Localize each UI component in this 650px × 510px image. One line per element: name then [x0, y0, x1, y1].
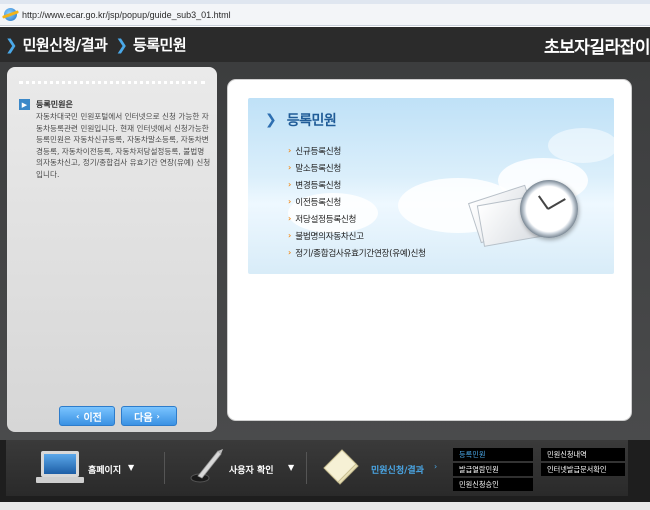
- document-stack-icon: [323, 449, 359, 485]
- app-header: ❯ 민원신청/결과 ❯ 등록민원 초보자길라잡이: [0, 27, 650, 62]
- link-inspection-extension[interactable]: › 정기/종합검사유효기간연장(유예)신청: [288, 244, 426, 261]
- registration-link-list: › 신규등록신청 › 말소등록신청 › 변경등록신청 › 이전등록신청 › 저당…: [288, 142, 426, 261]
- registration-banner: ❯ 등록민원 › 신규등록신청 › 말소등록신청 › 변경등록신청 › 이전등록…: [248, 98, 614, 274]
- chevron-right-icon: ›: [156, 411, 160, 421]
- chevron-right-icon[interactable]: ›: [434, 462, 437, 471]
- link-label: 신규등록신청: [295, 146, 341, 157]
- clock-icon: [520, 180, 578, 238]
- next-button[interactable]: 다음 ›: [121, 406, 177, 426]
- footer-strip: [0, 502, 650, 510]
- description-title: 등록민원은: [36, 100, 73, 109]
- breadcrumb-apply-result[interactable]: 민원신청/결과: [23, 34, 108, 55]
- description-panel: ▶ 등록민원은 자동차대국민 민원포털에서 인터넷으로 신청 가능한 자동차등록…: [7, 67, 217, 432]
- content-panel: ❯ 등록민원 › 신규등록신청 › 말소등록신청 › 변경등록신청 › 이전등록…: [227, 79, 632, 421]
- nav-user-check[interactable]: 사용자 확인: [229, 463, 274, 476]
- address-bar[interactable]: http://www.ecar.go.kr/jsp/popup/guide_su…: [0, 4, 650, 26]
- next-button-label: 다음: [134, 412, 153, 424]
- arrow-right-icon: ›: [288, 214, 292, 223]
- arrow-right-icon: ›: [288, 146, 292, 155]
- breadcrumb-registration: 등록민원: [132, 36, 187, 54]
- arrow-right-icon: ›: [288, 180, 292, 189]
- chevron-right-icon: ❯: [265, 112, 277, 128]
- description-text: 자동차대국민 민원포털에서 인터넷으로 신청 가능한 자동차등록관련 민원입니다…: [36, 112, 211, 179]
- banner-title: 등록민원: [286, 113, 337, 129]
- nav-divider: [306, 452, 307, 484]
- nav-divider: [164, 452, 165, 484]
- link-transfer-registration[interactable]: › 이전등록신청: [288, 193, 426, 210]
- arrow-right-icon: ›: [288, 197, 292, 206]
- chevron-left-icon: ‹: [76, 411, 80, 421]
- dotted-divider: [19, 81, 205, 84]
- link-label: 불법명의자동차신고: [295, 231, 364, 242]
- header-brand: 초보자길라잡이: [544, 38, 650, 58]
- banner-heading: ❯ 등록민원: [265, 110, 337, 130]
- quick-approval[interactable]: 민원신청승인: [453, 478, 533, 491]
- link-label: 정기/종합검사유효기간연장(유예)신청: [295, 248, 426, 259]
- prev-button[interactable]: ‹ 이전: [59, 406, 115, 426]
- pen-icon: [190, 449, 223, 483]
- quick-issuance[interactable]: 발급열람민원: [453, 463, 533, 476]
- bottom-navigation: 홈페이지 ▼ 사용자 확인 ▼ 민원신청/결과 › 등록민원 발급열람민원 민원…: [0, 440, 650, 510]
- quick-internet-issue[interactable]: 인터넷발급문서확인: [541, 463, 625, 476]
- arrow-right-icon: ›: [288, 231, 292, 240]
- link-label: 말소등록신청: [295, 163, 341, 174]
- address-url[interactable]: http://www.ecar.go.kr/jsp/popup/guide_su…: [22, 10, 231, 20]
- nav-home[interactable]: 홈페이지: [88, 463, 121, 476]
- quick-registration[interactable]: 등록민원: [453, 448, 533, 461]
- browser-logo-icon: [4, 8, 17, 21]
- link-illegal-vehicle-report[interactable]: › 불법명의자동차신고: [288, 227, 426, 244]
- link-change-registration[interactable]: › 변경등록신청: [288, 176, 426, 193]
- bottom-nav-inner: 홈페이지 ▼ 사용자 확인 ▼ 민원신청/결과 › 등록민원 발급열람민원 민원…: [6, 440, 628, 496]
- quick-history[interactable]: 민원신청내역: [541, 448, 625, 461]
- chevron-down-icon[interactable]: ▼: [128, 463, 134, 472]
- description-box: ▶ 등록민원은 자동차대국민 민원포털에서 인터넷으로 신청 가능한 자동차등록…: [19, 99, 214, 181]
- arrow-right-icon: ›: [288, 163, 292, 172]
- chevron-right-icon: ❯: [115, 35, 128, 54]
- main-area: ▶ 등록민원은 자동차대국민 민원포털에서 인터넷으로 신청 가능한 자동차등록…: [0, 62, 650, 440]
- nav-apply-result[interactable]: 민원신청/결과: [371, 463, 424, 476]
- link-cancellation-registration[interactable]: › 말소등록신청: [288, 159, 426, 176]
- monitor-stand: [36, 477, 84, 483]
- link-mortgage-registration[interactable]: › 저당설정등록신청: [288, 210, 426, 227]
- arrow-badge-icon: ▶: [19, 99, 30, 110]
- chevron-down-icon[interactable]: ▼: [288, 463, 294, 472]
- link-label: 이전등록신청: [295, 197, 341, 208]
- prev-button-label: 이전: [83, 412, 102, 424]
- link-new-registration[interactable]: › 신규등록신청: [288, 142, 426, 159]
- monitor-icon: [41, 451, 79, 477]
- link-label: 저당설정등록신청: [295, 214, 357, 225]
- link-label: 변경등록신청: [295, 180, 341, 191]
- chevron-right-icon: ❯: [5, 35, 18, 54]
- arrow-right-icon: ›: [288, 248, 292, 257]
- cloud-decoration: [548, 128, 614, 163]
